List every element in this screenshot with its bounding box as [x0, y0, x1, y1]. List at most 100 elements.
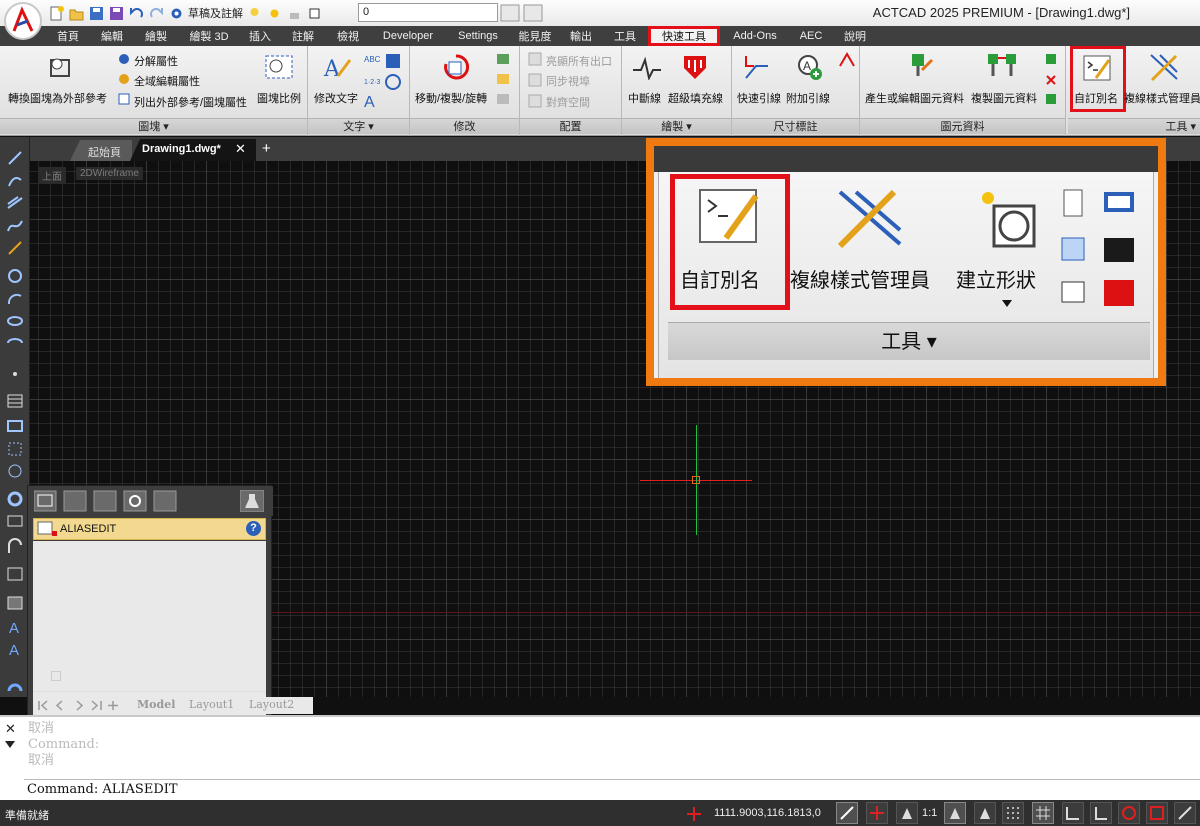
circle-icon[interactable] — [6, 267, 24, 285]
panel-tool-icons[interactable] — [34, 490, 184, 512]
tab-aec[interactable]: AEC — [790, 26, 832, 46]
tab-quick-tools[interactable]: 快速工具 — [648, 26, 720, 46]
tab-view[interactable]: 檢視 — [326, 26, 370, 46]
callout-small-tool-icons[interactable] — [1058, 186, 1138, 306]
spline-icon[interactable] — [6, 217, 24, 235]
osnap-tracking-icon[interactable] — [1174, 802, 1196, 824]
gradient-icon[interactable] — [6, 594, 24, 612]
mtext-icon[interactable]: A — [6, 618, 24, 636]
mline-style-icon[interactable] — [1148, 52, 1180, 82]
wipeout-icon[interactable] — [6, 513, 24, 531]
tab-developer[interactable]: Developer — [370, 26, 446, 46]
tab-add-ons[interactable]: Add-Ons — [720, 26, 790, 46]
move-copy-rotate-icon[interactable] — [440, 52, 472, 82]
hatch-icon[interactable] — [6, 392, 24, 410]
copy-data-button[interactable]: 複製圖元資料 — [971, 90, 1037, 106]
dim-small-icon[interactable] — [838, 52, 856, 68]
snap-toggle-icon[interactable] — [836, 802, 858, 824]
save-as-icon[interactable] — [108, 5, 125, 22]
polyline-arc-icon[interactable] — [6, 537, 24, 555]
annotation-scale-icon[interactable] — [896, 802, 918, 824]
layer-lock-icon[interactable] — [286, 5, 303, 22]
list-xref-button[interactable]: 列出外部參考/圖塊屬性 — [134, 94, 247, 110]
tab-edit[interactable]: 編輯 — [90, 26, 134, 46]
panel-text-title[interactable]: 文字 ▾ — [308, 118, 409, 134]
layer-dropdown[interactable]: 0 — [358, 3, 498, 22]
aliasedit-header[interactable]: ALIASEDIT ? — [33, 518, 266, 540]
sync-viewports-button[interactable]: 同步視埠 — [546, 73, 590, 89]
object-snap-icon[interactable] — [1146, 802, 1168, 824]
tab-visibility[interactable]: 能見度 — [510, 26, 560, 46]
flask-icon[interactable] — [240, 490, 264, 512]
annotation-visibility-icon[interactable] — [944, 802, 966, 824]
line-icon[interactable] — [6, 149, 24, 167]
help-icon[interactable]: ? — [246, 521, 261, 536]
panel-tools-title[interactable]: 工具 ▾ — [1068, 118, 1200, 134]
rectangle-icon[interactable] — [6, 417, 24, 435]
dynamic-input-icon[interactable] — [866, 802, 888, 824]
lineweight-icon[interactable] — [1062, 802, 1084, 824]
block-scale-button[interactable]: 圖塊比例 — [257, 90, 301, 106]
sync-icon[interactable] — [6, 682, 24, 700]
tab-draw-3d[interactable]: 繪製 3D — [178, 26, 240, 46]
workspace-gear-icon[interactable] — [168, 5, 185, 22]
callout-panel-title[interactable]: 工具 ▾ — [668, 322, 1150, 360]
super-hatch-icon[interactable] — [680, 52, 710, 82]
callout-dropdown-arrow[interactable] — [1002, 300, 1012, 308]
explode-attr-button[interactable]: 分解屬性 — [134, 53, 178, 69]
modify-text-button[interactable]: 修改文字 — [314, 90, 358, 106]
tab-tools[interactable]: 工具 — [602, 26, 648, 46]
new-tab-icon[interactable]: + — [262, 140, 271, 157]
entity-data-small-icons[interactable] — [1044, 52, 1060, 108]
grid-dots-icon[interactable] — [1002, 802, 1024, 824]
callout-mline-label[interactable]: 複線樣式管理員 — [790, 264, 930, 293]
open-file-icon[interactable] — [68, 5, 85, 22]
table-icon[interactable] — [6, 565, 24, 583]
freehand-icon[interactable] — [6, 239, 24, 257]
command-close-icon[interactable]: ✕ — [5, 721, 16, 737]
command-menu-icon[interactable] — [5, 741, 15, 749]
panel-modify-title[interactable]: 修改 — [410, 118, 519, 134]
ellipse-arc-icon[interactable] — [6, 334, 24, 352]
layout-nav-icons[interactable] — [37, 699, 123, 712]
modify-small-icons[interactable] — [496, 52, 512, 108]
tab-start-page[interactable]: 起始頁 — [70, 140, 132, 161]
convert-block-icon[interactable] — [46, 54, 76, 82]
copy-data-icon[interactable] — [986, 52, 1020, 82]
create-edit-data-button[interactable]: 產生或編輯圖元資料 — [865, 90, 964, 106]
new-file-icon[interactable] — [48, 5, 65, 22]
save-icon[interactable] — [88, 5, 105, 22]
tab-settings[interactable]: Settings — [446, 26, 510, 46]
panel-draw-title[interactable]: 繪製 ▾ — [622, 118, 731, 134]
super-hatch-button[interactable]: 超級填充線 — [668, 90, 723, 106]
align-space-button[interactable]: 對齊空間 — [546, 94, 590, 110]
callout-mline-icon[interactable] — [834, 186, 904, 250]
tab-draw[interactable]: 繪製 — [134, 26, 178, 46]
visual-style-label[interactable]: 2DWireframe — [76, 167, 143, 180]
tab-output[interactable]: 輸出 — [560, 26, 602, 46]
convert-block-button[interactable]: 轉換圖塊為外部參考 — [8, 90, 107, 106]
donut-icon[interactable] — [6, 490, 24, 508]
layout-tab-model[interactable]: Model — [137, 698, 175, 711]
ortho-icon[interactable] — [1090, 802, 1112, 824]
callout-create-shape-icon[interactable] — [976, 186, 1040, 252]
attach-leader-icon[interactable]: A — [794, 52, 824, 82]
cloud-icon[interactable] — [6, 462, 24, 480]
layout-tab-layout1[interactable]: Layout1 — [189, 698, 234, 711]
view-label[interactable]: 上面 — [38, 167, 66, 184]
tab-insert[interactable]: 插入 — [240, 26, 280, 46]
workspace-selector[interactable]: 草稿及註解 — [188, 5, 243, 21]
polar-tracking-icon[interactable] — [1118, 802, 1140, 824]
text-icon[interactable]: A — [6, 640, 24, 658]
modify-text-icon[interactable]: A — [322, 54, 352, 82]
tab-help[interactable]: 說明 — [832, 26, 878, 46]
arc-icon[interactable] — [6, 290, 24, 308]
layer-color-icon[interactable] — [306, 5, 323, 22]
move-copy-rotate-button[interactable]: 移動/複製/旋轉 — [415, 90, 487, 106]
auto-scale-icon[interactable] — [974, 802, 996, 824]
command-line-input[interactable]: Command: ALIASEDIT — [24, 779, 1200, 798]
alias-edit-button[interactable]: 自訂別名 — [1074, 90, 1118, 106]
break-line-icon[interactable] — [632, 56, 662, 80]
region-icon[interactable] — [6, 440, 24, 458]
alias-edit-icon[interactable] — [1082, 54, 1112, 82]
